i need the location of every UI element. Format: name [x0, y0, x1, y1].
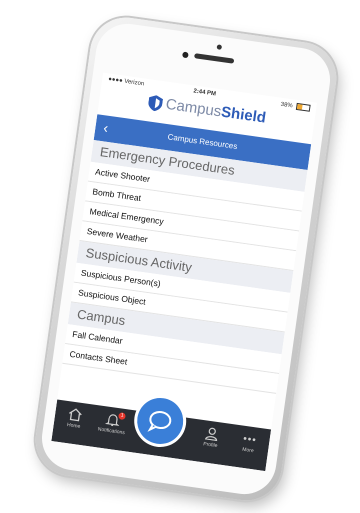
- tab-notifications[interactable]: 1 Notifications: [93, 411, 132, 437]
- carrier-label: ●●●● Verizon: [107, 76, 145, 88]
- battery-percent: 38%: [280, 101, 294, 110]
- tab-home[interactable]: Home: [55, 406, 94, 432]
- tab-bar: Home 1 Notifications Profile More: [51, 395, 272, 472]
- clock: 2:44 PM: [192, 88, 217, 98]
- tab-more[interactable]: More: [230, 430, 269, 456]
- front-sensor: [216, 44, 223, 50]
- chat-bubble-icon: [147, 410, 172, 432]
- tab-notifications-label: Notifications: [97, 426, 126, 437]
- battery-icon: [295, 102, 311, 112]
- app-screen: ●●●● Verizon 2:44 PM 38% CampusShield ‹ …: [51, 72, 318, 472]
- home-icon: [69, 408, 82, 422]
- more-dots-icon: [243, 437, 256, 442]
- tab-home-label: Home: [66, 422, 81, 430]
- profile-icon: [204, 427, 218, 442]
- tab-profile[interactable]: Profile: [192, 425, 231, 451]
- shield-icon: [147, 95, 163, 112]
- chat-button[interactable]: [134, 395, 187, 447]
- phone-frame: ●●●● Verizon 2:44 PM 38% CampusShield ‹ …: [31, 12, 341, 506]
- phone-bezel: ●●●● Verizon 2:44 PM 38% CampusShield ‹ …: [37, 19, 335, 499]
- tab-profile-label: Profile: [202, 441, 218, 450]
- notification-badge: 1: [118, 412, 126, 421]
- tab-more-label: More: [241, 446, 255, 455]
- resource-list: Emergency Procedures Active Shooter Bomb…: [62, 139, 308, 394]
- earpiece-speaker: [194, 53, 235, 64]
- battery-indicator: 38%: [280, 101, 311, 112]
- front-camera: [182, 51, 189, 59]
